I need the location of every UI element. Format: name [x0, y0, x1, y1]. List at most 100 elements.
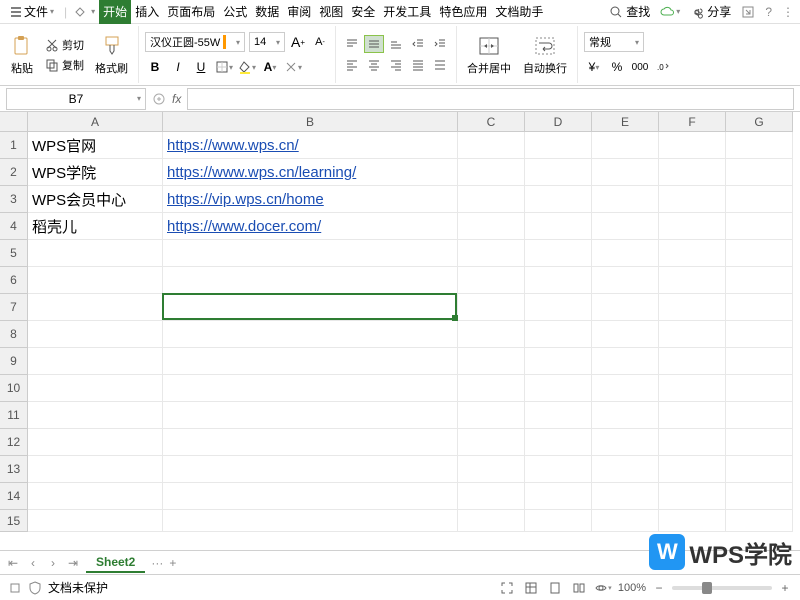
collapse-icon[interactable] [741, 5, 755, 19]
cell[interactable] [726, 267, 793, 294]
cell[interactable] [726, 321, 793, 348]
number-format-select[interactable]: 常规 ▾ [584, 32, 644, 52]
italic-button[interactable]: I [168, 57, 188, 77]
row-header[interactable]: 13 [0, 456, 28, 483]
cell[interactable] [592, 159, 659, 186]
cell[interactable] [28, 348, 163, 375]
cloud-sync-button[interactable]: ▾ [660, 5, 680, 19]
cell[interactable] [458, 240, 525, 267]
sheet-tab-active[interactable]: Sheet2 [86, 553, 145, 573]
font-size-select[interactable]: 14 ▾ [249, 32, 285, 52]
cell[interactable] [28, 267, 163, 294]
expand-icon[interactable] [152, 92, 166, 106]
zoom-percent[interactable]: 100% [618, 582, 646, 594]
normal-view-button[interactable] [522, 579, 540, 597]
cell[interactable] [592, 402, 659, 429]
paste-button[interactable]: 粘贴 [6, 32, 38, 78]
row-header[interactable]: 9 [0, 348, 28, 375]
cell[interactable] [163, 483, 458, 510]
align-left-button[interactable] [342, 56, 362, 74]
cell[interactable] [592, 348, 659, 375]
cell[interactable] [659, 402, 726, 429]
sheet-nav-first[interactable]: ⇤ [6, 556, 20, 570]
cell[interactable] [163, 429, 458, 456]
ribbon-tab[interactable]: 公式 [219, 0, 251, 24]
ribbon-tab[interactable]: 审阅 [283, 0, 315, 24]
file-menu[interactable]: 文件 ▾ [6, 3, 58, 20]
sheet-nav-next[interactable]: › [46, 556, 60, 570]
cell[interactable] [592, 321, 659, 348]
cell[interactable] [525, 429, 592, 456]
cell[interactable] [726, 375, 793, 402]
align-right-button[interactable] [386, 56, 406, 74]
row-header[interactable]: 1 [0, 132, 28, 159]
cell[interactable] [458, 375, 525, 402]
align-middle-button[interactable] [364, 35, 384, 53]
share-button[interactable]: 分享 [690, 3, 731, 20]
copy-button[interactable]: 复制 [42, 56, 87, 74]
ribbon-tab[interactable]: 开始 [99, 0, 131, 24]
font-color-button[interactable]: A▾ [260, 57, 280, 77]
row-header[interactable]: 5 [0, 240, 28, 267]
cell[interactable] [726, 213, 793, 240]
border-button[interactable]: ▾ [214, 57, 234, 77]
cell[interactable] [458, 294, 525, 321]
settings-icon[interactable] [8, 581, 22, 595]
cell[interactable] [726, 348, 793, 375]
cell[interactable] [726, 402, 793, 429]
column-header[interactable]: A [28, 112, 163, 132]
currency-button[interactable]: ¥▾ [584, 57, 604, 77]
merge-center-button[interactable]: 合并居中 [463, 32, 515, 78]
fullscreen-button[interactable] [498, 579, 516, 597]
row-header[interactable]: 15 [0, 510, 28, 532]
cell[interactable] [458, 267, 525, 294]
cell[interactable] [659, 294, 726, 321]
sheet-nav-prev[interactable]: ‹ [26, 556, 40, 570]
cell[interactable] [28, 483, 163, 510]
justify-button[interactable] [408, 56, 428, 74]
cell[interactable] [525, 456, 592, 483]
formula-input[interactable] [187, 88, 794, 110]
zoom-out-button[interactable]: − [652, 581, 666, 595]
cell[interactable] [525, 213, 592, 240]
row-header[interactable]: 14 [0, 483, 28, 510]
page-layout-button[interactable] [546, 579, 564, 597]
cell[interactable] [163, 348, 458, 375]
ribbon-tab[interactable]: 视图 [315, 0, 347, 24]
cell[interactable] [592, 456, 659, 483]
cell[interactable] [592, 213, 659, 240]
increase-decimal-button[interactable]: .0 [653, 57, 673, 77]
cell[interactable] [659, 186, 726, 213]
ribbon-tab[interactable]: 插入 [131, 0, 163, 24]
cell[interactable] [659, 132, 726, 159]
more-button[interactable]: ⋮ [782, 5, 794, 19]
cell[interactable] [592, 483, 659, 510]
cell[interactable] [163, 294, 458, 321]
align-top-button[interactable] [342, 35, 362, 53]
cell[interactable] [592, 510, 659, 532]
cell[interactable]: WPS学院 [28, 159, 163, 186]
cell[interactable] [28, 510, 163, 532]
cut-button[interactable]: 剪切 [42, 36, 87, 54]
cells-area[interactable]: WPS官网https://www.wps.cn/WPS学院https://www… [28, 132, 800, 550]
cell[interactable] [28, 402, 163, 429]
cell[interactable] [592, 267, 659, 294]
fill-color-button[interactable]: ▾ [237, 57, 257, 77]
decrease-font-button[interactable]: A- [311, 33, 329, 51]
align-bottom-button[interactable] [386, 35, 406, 53]
cell[interactable] [525, 321, 592, 348]
zoom-in-button[interactable]: + [778, 581, 792, 595]
cell[interactable] [726, 483, 793, 510]
cell[interactable] [163, 375, 458, 402]
column-header[interactable]: E [592, 112, 659, 132]
cell[interactable] [525, 483, 592, 510]
cell[interactable] [525, 186, 592, 213]
wrap-text-button[interactable]: 自动换行 [519, 32, 571, 78]
increase-indent-button[interactable] [430, 35, 450, 53]
pin-icon[interactable] [73, 5, 87, 19]
sheet-more-button[interactable]: ··· [151, 556, 163, 570]
cell[interactable] [163, 510, 458, 532]
cell[interactable] [525, 294, 592, 321]
cell[interactable] [458, 186, 525, 213]
column-header[interactable]: C [458, 112, 525, 132]
